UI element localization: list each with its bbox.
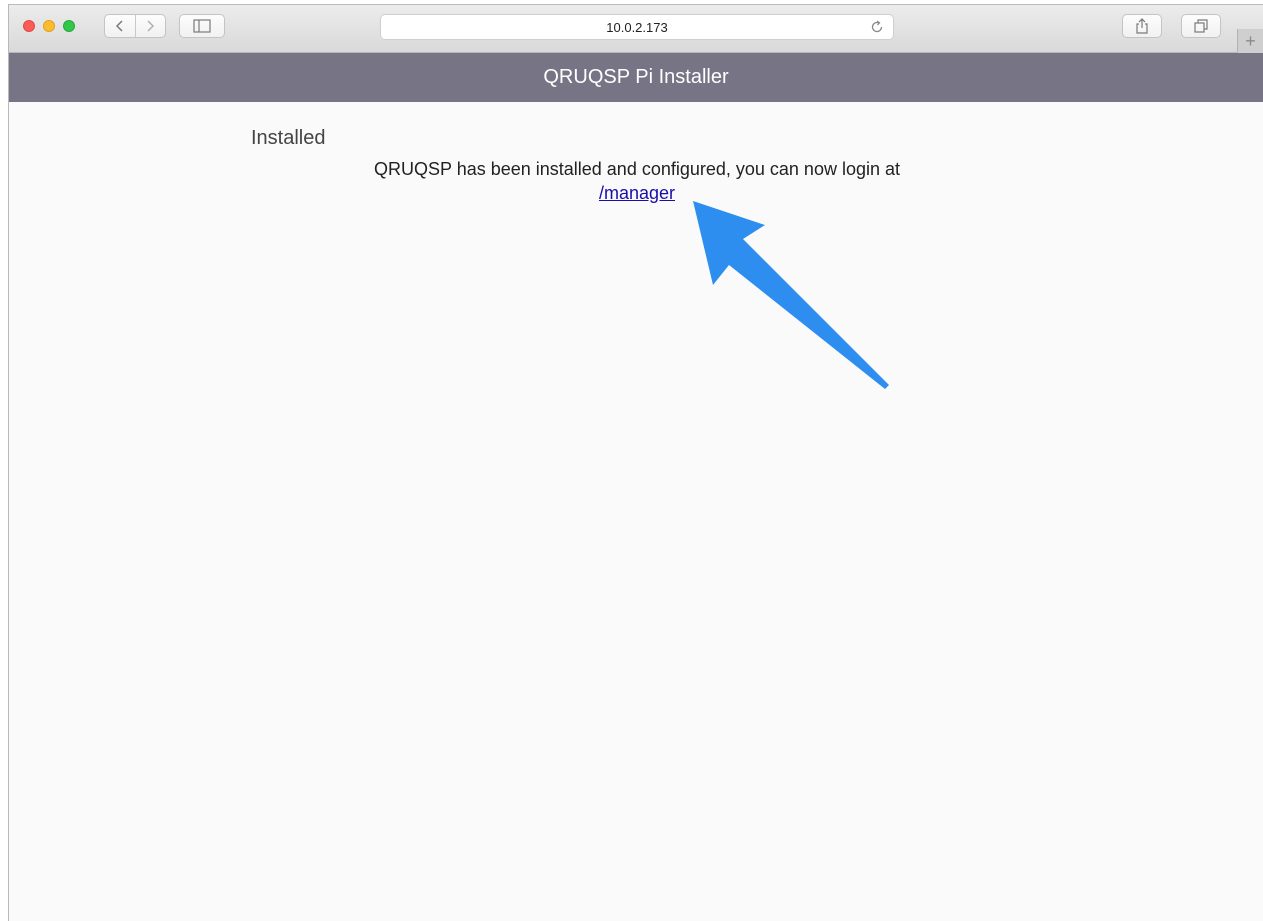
sidebar-toggle-button[interactable]	[179, 14, 225, 38]
browser-window: 10.0.2.173 + QRUQSP Pi Installer Install…	[8, 4, 1263, 921]
sidebar-icon	[193, 19, 211, 33]
chevron-left-icon	[115, 20, 123, 32]
page-header: QRUQSP Pi Installer	[9, 53, 1263, 102]
address-bar-url: 10.0.2.173	[606, 19, 668, 35]
installed-message: QRUQSP has been installed and configured…	[9, 157, 1263, 205]
reload-icon[interactable]	[869, 19, 885, 35]
address-bar[interactable]: 10.0.2.173	[380, 14, 894, 40]
zoom-window-button[interactable]	[63, 20, 75, 32]
close-window-button[interactable]	[23, 20, 35, 32]
new-tab-button[interactable]: +	[1237, 29, 1263, 53]
minimize-window-button[interactable]	[43, 20, 55, 32]
section-title: Installed	[251, 127, 326, 149]
tabs-icon	[1194, 19, 1208, 33]
navigation-buttons	[104, 14, 166, 38]
browser-toolbar: 10.0.2.173 +	[9, 5, 1263, 53]
message-text: QRUQSP has been installed and configured…	[374, 159, 900, 179]
chevron-right-icon	[147, 20, 155, 32]
share-icon	[1136, 18, 1148, 34]
share-button[interactable]	[1122, 14, 1162, 38]
manager-link[interactable]: /manager	[599, 183, 675, 203]
tabs-overview-button[interactable]	[1181, 14, 1221, 38]
back-button[interactable]	[105, 15, 135, 37]
forward-button[interactable]	[134, 15, 166, 37]
callout-arrow-icon	[693, 201, 889, 389]
